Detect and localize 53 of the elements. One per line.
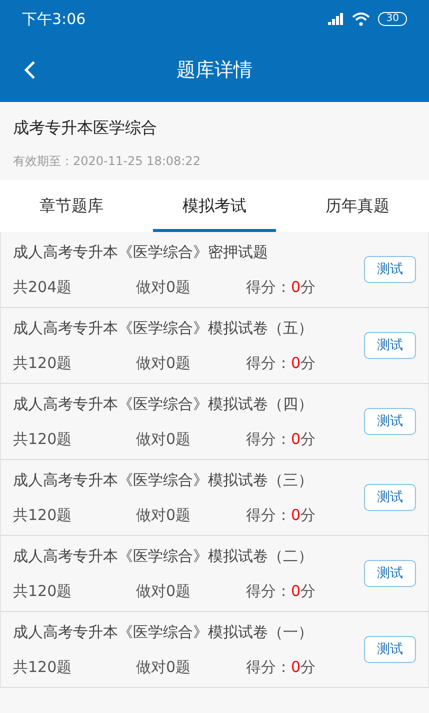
- test-button[interactable]: 测试: [364, 636, 416, 663]
- score-value: 0: [291, 504, 301, 526]
- question-count: 共120题: [13, 656, 73, 678]
- correct-count: 做对0题: [136, 276, 192, 298]
- question-count: 共120题: [13, 580, 73, 602]
- correct-count: 做对0题: [136, 428, 192, 450]
- score-value: 0: [291, 580, 301, 602]
- exam-title: 成人高考专升本《医学综合》模拟试卷（四）: [13, 394, 314, 415]
- score-value: 0: [291, 656, 301, 678]
- expiry-date: 有效期至：2020-11-25 18:08:22: [13, 153, 202, 170]
- score-unit: 分: [300, 428, 316, 450]
- test-button[interactable]: 测试: [364, 560, 416, 587]
- score-value: 0: [291, 428, 301, 450]
- score-unit: 分: [300, 656, 316, 678]
- score-unit: 分: [300, 352, 316, 374]
- correct-count: 做对0题: [136, 656, 192, 678]
- test-button[interactable]: 测试: [364, 408, 416, 435]
- signal-icon: [328, 13, 344, 25]
- score-label: 得分：: [246, 580, 291, 602]
- bank-name: 成考专升本医学综合: [13, 117, 158, 139]
- question-count: 共120题: [13, 428, 73, 450]
- tab[interactable]: 章节题库: [10, 180, 133, 232]
- question-count: 共204题: [13, 276, 73, 298]
- exam-title: 成人高考专升本《医学综合》模拟试卷（五）: [13, 318, 314, 339]
- score-unit: 分: [300, 580, 316, 602]
- correct-count: 做对0题: [136, 504, 192, 526]
- score-unit: 分: [300, 276, 316, 298]
- tab[interactable]: 模拟考试: [153, 180, 276, 232]
- battery-icon: 30: [378, 12, 407, 26]
- tab[interactable]: 历年真题: [296, 180, 419, 232]
- score-value: 0: [291, 276, 301, 298]
- score-label: 得分：: [246, 504, 291, 526]
- score-label: 得分：: [246, 276, 291, 298]
- test-button[interactable]: 测试: [364, 332, 416, 359]
- score-label: 得分：: [246, 656, 291, 678]
- status-time: 下午3:06: [22, 8, 86, 30]
- exam-title: 成人高考专升本《医学综合》密押试题: [13, 242, 269, 263]
- wifi-icon: [352, 12, 370, 26]
- exam-title: 成人高考专升本《医学综合》模拟试卷（一）: [13, 622, 314, 643]
- question-count: 共120题: [13, 352, 73, 374]
- score-value: 0: [291, 352, 301, 374]
- score-label: 得分：: [246, 352, 291, 374]
- score-unit: 分: [300, 504, 316, 526]
- exam-title: 成人高考专升本《医学综合》模拟试卷（三）: [13, 470, 314, 491]
- back-icon: [24, 60, 36, 80]
- test-button[interactable]: 测试: [364, 256, 416, 283]
- test-button[interactable]: 测试: [364, 484, 416, 511]
- correct-count: 做对0题: [136, 580, 192, 602]
- exam-title: 成人高考专升本《医学综合》模拟试卷（二）: [13, 546, 314, 567]
- page-title: 题库详情: [176, 58, 252, 83]
- score-label: 得分：: [246, 428, 291, 450]
- correct-count: 做对0题: [136, 352, 192, 374]
- question-count: 共120题: [13, 504, 73, 526]
